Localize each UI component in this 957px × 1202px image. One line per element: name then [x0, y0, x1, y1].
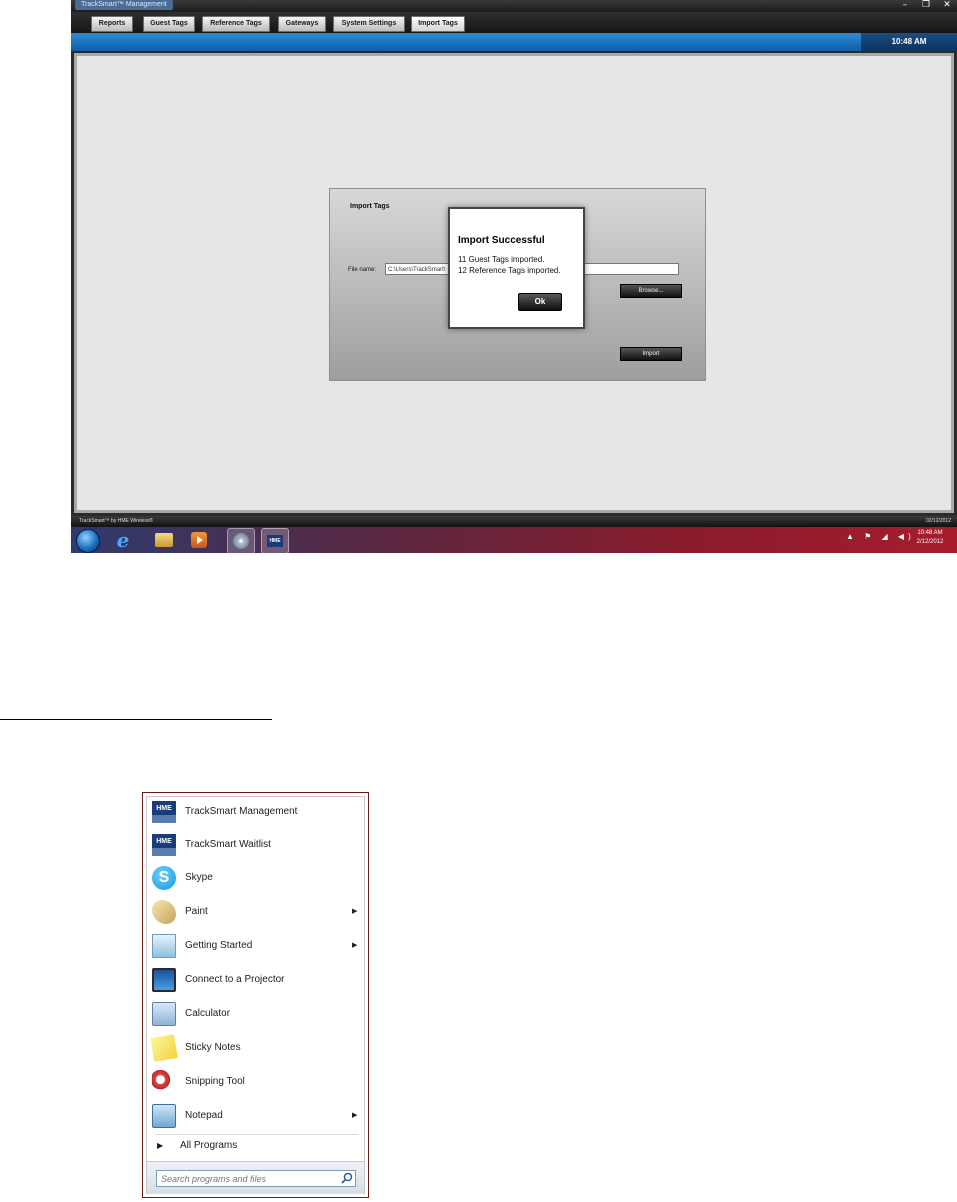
- clock-box: 10:48 AM: [861, 33, 957, 51]
- submenu-arrow-icon[interactable]: ▶: [352, 931, 357, 961]
- app-window: TrackSmart™ Management – ❐ ✕ Reports Gue…: [71, 0, 957, 554]
- list-item-trackSmart-management[interactable]: HME TrackSmart Management: [151, 797, 361, 827]
- paint-icon: [152, 900, 176, 924]
- snipping-tool-icon: [152, 1070, 176, 1094]
- media-player-icon[interactable]: [189, 530, 209, 550]
- submenu-arrow-icon[interactable]: ▶: [352, 897, 357, 927]
- title-bar: TrackSmart™ Management – ❐ ✕: [71, 0, 957, 12]
- projector-icon: [152, 968, 176, 992]
- item-label: Skype: [185, 872, 213, 883]
- maximize-button[interactable]: ❐: [917, 0, 935, 11]
- window-title: TrackSmart™ Management: [75, 0, 173, 10]
- list-item-paint[interactable]: Paint ▶: [151, 897, 361, 927]
- item-label: TrackSmart Management: [185, 806, 298, 817]
- calculator-icon: [152, 1002, 176, 1026]
- file-name-label: File name:: [348, 267, 377, 273]
- hme-icon: HME: [152, 801, 176, 823]
- browse-button[interactable]: Browse...: [620, 284, 682, 298]
- tab-system-settings[interactable]: System Settings: [333, 16, 405, 32]
- search-icon[interactable]: [341, 1172, 353, 1184]
- start-menu-program-list: HME TrackSmart Management HME TrackSmart…: [146, 796, 365, 1194]
- taskbar-clock[interactable]: 10:48 AM 2/12/2012: [907, 529, 953, 547]
- notepad-icon: [152, 1104, 176, 1128]
- item-label: Paint: [185, 906, 208, 917]
- windows-explorer-icon[interactable]: [154, 530, 174, 550]
- taskbar-time: 10:48 AM: [917, 530, 943, 536]
- play-icon: [191, 532, 207, 548]
- import-button[interactable]: Import: [620, 347, 682, 361]
- status-bar: 10:48 AM: [71, 33, 957, 51]
- submenu-arrow-icon[interactable]: ▶: [352, 1101, 357, 1131]
- list-item-notepad[interactable]: Notepad ▶: [151, 1101, 361, 1131]
- disc-icon: [233, 533, 249, 549]
- list-item-getting-started[interactable]: Getting Started ▶: [151, 931, 361, 961]
- list-item-trackSmart-waitlist[interactable]: HME TrackSmart Waitlist: [151, 830, 361, 860]
- content-area: Import Tags File name: C:\Users\TrackSma…: [77, 56, 951, 510]
- footer-bar: TrackSmart™ by HME Wireless® 02/12/2012: [71, 516, 957, 527]
- list-item-connect-to-projector[interactable]: Connect to a Projector: [151, 965, 361, 995]
- folder-icon: [155, 533, 173, 547]
- divider: [155, 1134, 359, 1135]
- close-button[interactable]: ✕: [938, 0, 956, 11]
- horizontal-rule: [0, 719, 272, 720]
- status-clock: 10:48 AM: [891, 37, 927, 46]
- item-label: Notepad: [185, 1110, 223, 1121]
- all-programs-arrow-icon[interactable]: ▶: [157, 1138, 163, 1154]
- list-item-snipping-tool[interactable]: Snipping Tool: [151, 1067, 361, 1097]
- system-tray-icons[interactable]: ▲ ⚑ ◢ ◀): [846, 532, 915, 541]
- hme-icon: HME: [267, 535, 283, 547]
- start-menu: HME TrackSmart Management HME TrackSmart…: [142, 792, 369, 1198]
- tab-guest-tags[interactable]: Guest Tags: [143, 16, 195, 32]
- start-button[interactable]: [76, 529, 100, 553]
- minimize-button[interactable]: –: [896, 0, 914, 11]
- footer-brand: TrackSmart™ by HME Wireless®: [79, 518, 154, 524]
- list-item-skype[interactable]: S Skype: [151, 863, 361, 893]
- item-label: Sticky Notes: [185, 1042, 241, 1053]
- disc-app-icon[interactable]: [227, 528, 255, 554]
- sticky-notes-icon: [150, 1034, 178, 1062]
- trackSmart-taskbar-icon[interactable]: HME: [261, 528, 289, 554]
- hme-icon: HME: [152, 834, 176, 856]
- taskbar: e HME ▲ ⚑ ◢ ◀) 10:48 AM 2/12/2012: [71, 527, 957, 554]
- ok-button[interactable]: Ok: [518, 293, 562, 311]
- nav-bar: Reports Guest Tags Reference Tags Gatewa…: [71, 12, 957, 33]
- taskbar-date: 2/12/2012: [916, 539, 944, 545]
- item-label: Calculator: [185, 1008, 231, 1019]
- reference-tags-result: 12 Reference Tags imported.: [458, 266, 561, 275]
- tab-reports[interactable]: Reports: [91, 16, 133, 32]
- item-label: Getting Started: [185, 940, 253, 951]
- list-item-sticky-notes[interactable]: Sticky Notes: [150, 1033, 361, 1063]
- tab-reference-tags[interactable]: Reference Tags: [202, 16, 270, 32]
- main-content: Import Tags File name: C:\Users\TrackSma…: [74, 53, 954, 513]
- item-label: TrackSmart Waitlist: [185, 839, 271, 850]
- search-input[interactable]: [156, 1170, 356, 1187]
- guest-tags-result: 11 Guest Tags imported.: [458, 255, 545, 264]
- internet-explorer-icon[interactable]: e: [113, 528, 133, 552]
- dialog-title: Import Successful: [458, 235, 545, 246]
- panel-title: Import Tags: [350, 203, 390, 210]
- tab-gateways[interactable]: Gateways: [278, 16, 326, 32]
- footer-date: 02/12/2012: [925, 518, 951, 524]
- skype-icon: S: [152, 866, 176, 890]
- item-label: Connect to a Projector: [185, 974, 285, 985]
- all-programs-link[interactable]: All Programs: [180, 1138, 237, 1154]
- tab-import-tags[interactable]: Import Tags: [411, 16, 465, 32]
- search-area: [147, 1161, 364, 1194]
- item-label: Snipping Tool: [185, 1076, 245, 1087]
- list-item-calculator[interactable]: Calculator: [151, 999, 361, 1029]
- import-successful-dialog: Import Successful 11 Guest Tags imported…: [448, 207, 585, 329]
- getting-started-icon: [152, 934, 176, 958]
